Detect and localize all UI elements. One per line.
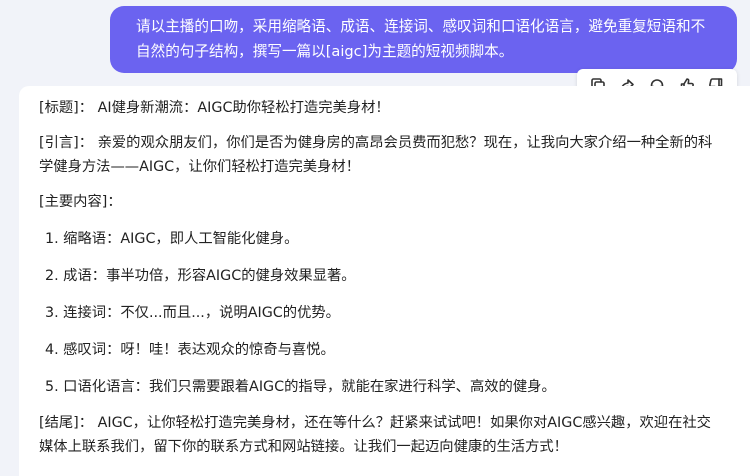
- answer-points-list: 1. 缩略语：AIGC，即人工智能化健身。 2. 成语：事半功倍，形容AIGC的…: [39, 227, 750, 399]
- answer-main-heading: [主要内容]：: [39, 194, 122, 210]
- user-message-line: 请以主播的口吻，采用缩略语、成语、连接词、感叹词和口语化语言，避免重复短语和不: [136, 18, 706, 35]
- list-item: 5. 口语化语言：我们只需要跟着AIGC的指导，就能在家进行科学、高效的健身。: [45, 379, 556, 395]
- list-item: 3. 连接词：不仅...而且...，说明AIGC的优势。: [45, 305, 340, 321]
- answer-title: [标题]： AI健身新潮流：AIGC助你轻松打造完美身材！: [39, 100, 390, 116]
- list-item: 1. 缩略语：AIGC，即人工智能化健身。: [45, 231, 299, 247]
- assistant-answer-card: [标题]： AI健身新潮流：AIGC助你轻松打造完美身材！ [引言]： 亲爱的观…: [19, 86, 750, 476]
- answer-intro-line: 学健身方法——AIGC，让你们轻松打造完美身材！: [39, 159, 360, 175]
- answer-ending-line: [结尾]： AIGC，让你轻松打造完美身材，还在等什么？赶紧来试试吧！如果你对A…: [39, 415, 711, 431]
- list-item: 2. 成语：事半功倍，形容AIGC的健身效果显著。: [45, 268, 356, 284]
- user-message-bubble: 请以主播的口吻，采用缩略语、成语、连接词、感叹词和口语化语言，避免重复短语和不 …: [110, 6, 737, 73]
- answer-ending: [结尾]： AIGC，让你轻松打造完美身材，还在等什么？赶紧来试试吧！如果你对A…: [39, 411, 750, 459]
- answer-ending-line: 媒体上联系我们，留下你的联系方式和网站链接。让我们一起迈向健康的生活方式！: [39, 439, 568, 455]
- list-item: 4. 感叹词：呀！哇！表达观众的惊奇与喜悦。: [45, 342, 335, 358]
- answer-intro: [引言]： 亲爱的观众朋友们，你们是否为健身房的高昂会员费而犯愁？现在，让我向大…: [39, 131, 750, 179]
- answer-intro-line: [引言]： 亲爱的观众朋友们，你们是否为健身房的高昂会员费而犯愁？现在，让我向大…: [39, 135, 713, 151]
- user-message-line: 自然的句子结构，撰写一篇以[aigc]为主题的短视频脚本。: [136, 42, 514, 60]
